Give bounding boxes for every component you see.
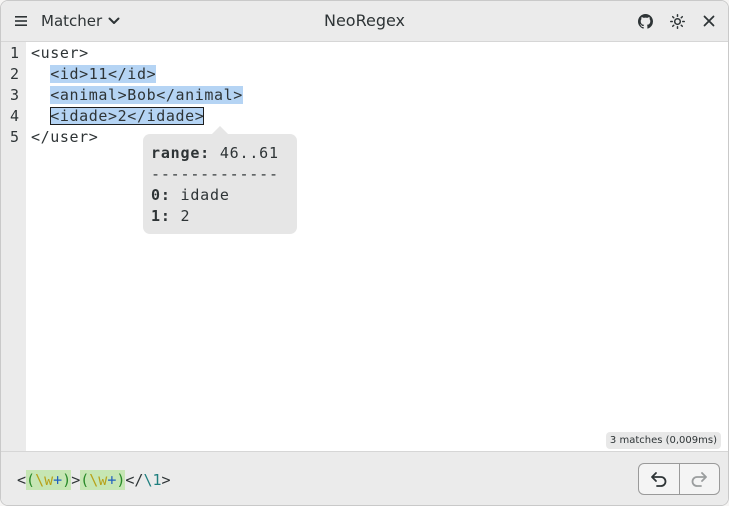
theme-toggle-button[interactable]	[663, 7, 691, 35]
text-editor[interactable]: 1 2 3 4 5 <user> <id>11</id> <animal>Bob…	[1, 42, 728, 452]
github-icon	[637, 13, 653, 29]
undo-button[interactable]	[639, 464, 679, 494]
line-number: 2	[10, 65, 20, 83]
code-line: <id>11</id>	[31, 64, 157, 85]
line-number: 3	[10, 86, 20, 104]
code-line: </user>	[31, 127, 98, 148]
line-number: 1	[10, 44, 20, 62]
close-button[interactable]	[695, 7, 723, 35]
match-highlight[interactable]: <id>11</id>	[50, 65, 157, 83]
header-bar: Matcher NeoRegex	[1, 1, 728, 42]
code-text: </user>	[31, 128, 99, 146]
undo-icon	[650, 472, 667, 487]
regex-capture-group-2: (\w+)	[80, 470, 126, 490]
main-menu-button[interactable]	[7, 7, 35, 35]
match-count-badge: 3 matches (0,009ms)	[605, 432, 721, 449]
popover-group-0: 0: idade	[151, 186, 230, 204]
regex-backreference: \1	[143, 471, 162, 489]
line-number: 4	[10, 107, 20, 125]
popover-group-1: 1: 2	[151, 207, 191, 225]
active-match-highlight[interactable]: <idade>2</idade>	[50, 107, 205, 125]
code-line: <animal>Bob</animal>	[31, 85, 243, 106]
redo-icon	[691, 472, 708, 487]
match-info-popover: range: 46..61 ------------- 0: idade 1: …	[143, 126, 297, 234]
popover-separator: -------------	[151, 165, 279, 183]
match-highlight[interactable]: <animal>Bob</animal>	[50, 86, 243, 104]
close-icon	[703, 15, 715, 27]
mode-dropdown[interactable]: Matcher	[37, 7, 125, 35]
hamburger-menu-icon	[15, 16, 27, 26]
popover-range: range: 46..61	[151, 144, 279, 162]
regex-input[interactable]: <(\w+)>(\w+)</\1>	[17, 470, 171, 490]
line-number: 5	[10, 128, 20, 146]
redo-button[interactable]	[678, 464, 720, 494]
sun-icon	[669, 13, 685, 29]
github-button[interactable]	[631, 7, 659, 35]
code-line: <user>	[31, 43, 89, 64]
line-number-gutter: 1 2 3 4 5	[1, 42, 26, 452]
regex-capture-group-1: (\w+)	[26, 470, 72, 490]
chevron-down-icon	[108, 17, 120, 24]
mode-dropdown-label: Matcher	[41, 12, 103, 30]
app-window: Matcher NeoRegex 1 2 3 4 5 <user> <id>11…	[0, 0, 729, 506]
regex-bar: <(\w+)>(\w+)</\1>	[1, 451, 728, 505]
code-text: <user>	[31, 44, 89, 62]
history-buttons	[638, 463, 720, 495]
code-line: <idade>2</idade>	[31, 106, 205, 127]
